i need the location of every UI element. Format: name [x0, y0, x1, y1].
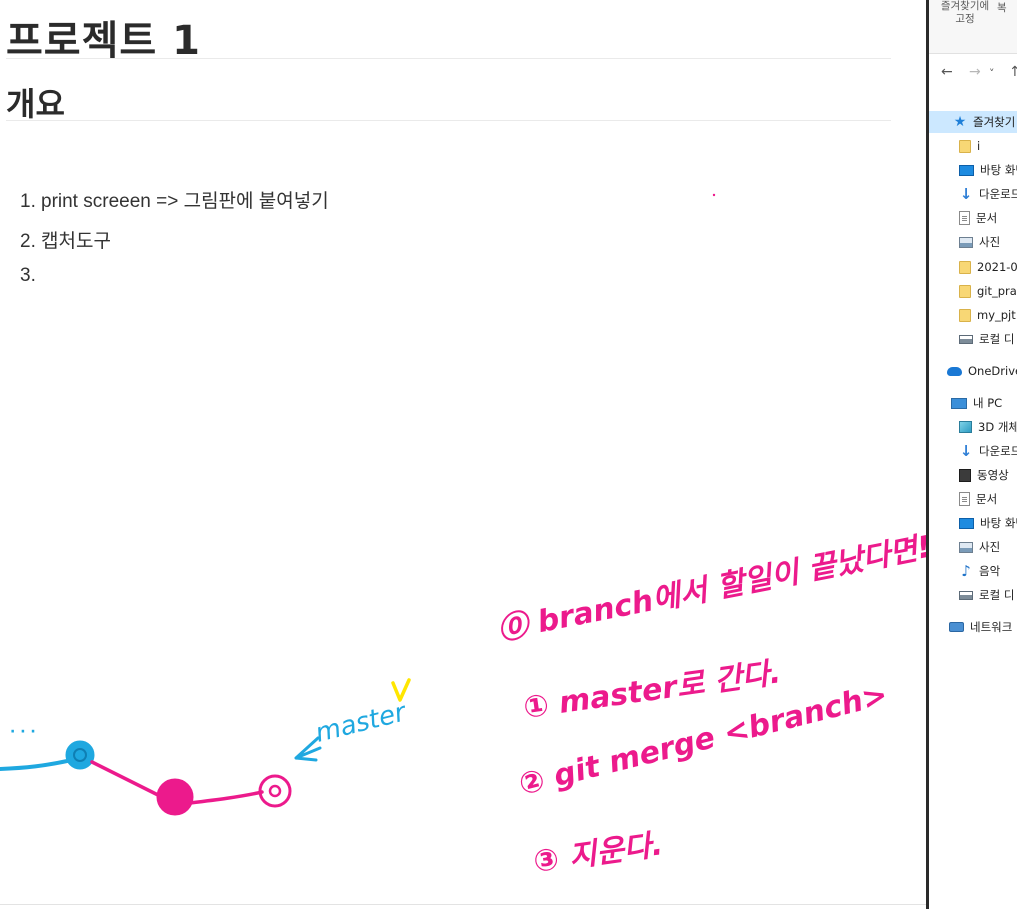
sidebar-item-label: 사진 [979, 540, 1001, 554]
copy-button[interactable]: 복 [997, 0, 1007, 15]
sidebar-item-label: 3D 개체 [978, 420, 1017, 434]
handwritten-steps: ⓪ branch에서 할일이 끝났다면! ① master로 간다. ② git… [495, 529, 928, 879]
star-icon: ★ [953, 114, 967, 130]
forward-arrow-icon[interactable]: → [969, 64, 981, 80]
branch-line-1 [90, 760, 162, 798]
sidebar-item-label: 바탕 화면 [980, 163, 1017, 177]
sidebar-item-label: 즐겨찾기 [973, 115, 1016, 129]
sidebar-item-label: 다운로드 [979, 444, 1017, 458]
sidebar-item-label: i [977, 139, 981, 153]
sidebar-item-label: 문서 [976, 492, 998, 506]
master-branch-drawing: · · · master [0, 697, 411, 771]
folder-icon [959, 308, 971, 322]
sidebar-item-label: 로컬 디 [979, 588, 1015, 602]
sidebar-item-label: 2021-0 [977, 260, 1017, 274]
master-branch-line [0, 758, 74, 771]
sidebar-item-label: 네트워크 [970, 620, 1013, 634]
drive-icon [959, 590, 973, 600]
onedrive-icon [947, 366, 962, 376]
check-mark-icon [391, 678, 411, 702]
sidebar-item[interactable]: 3D 개체 [929, 416, 1017, 438]
sidebar-item[interactable]: 2021-0 [929, 256, 1017, 278]
branch-commit-node-2 [258, 774, 292, 808]
sidebar-item[interactable]: 네트워크 [929, 616, 1017, 638]
document-icon [959, 492, 970, 506]
sidebar-item[interactable]: git_pra [929, 280, 1017, 302]
sidebar-item[interactable]: ↓ 다운로드 [929, 440, 1017, 462]
sidebar-item[interactable]: 문서 [929, 207, 1017, 229]
feature-branch-drawing [90, 760, 292, 816]
document-icon [959, 211, 970, 225]
sidebar-item-label: 다운로드 [979, 187, 1017, 201]
commit-dots-label: · · · [10, 724, 36, 740]
branch-commit-node-2-center [268, 784, 282, 798]
sidebar-item[interactable]: 문서 [929, 488, 1017, 510]
handwritten-step-0: ⓪ branch에서 할일이 끝났다면! [495, 529, 928, 647]
sidebar-item-label: 사진 [979, 235, 1001, 249]
sidebar-item[interactable]: 동영상 [929, 464, 1017, 486]
file-explorer-window: 즐겨찾기에 고정 복 ← → ˅ ↑ ★즐겨찾기i바탕 화면↓다운로드문서사진2… [929, 0, 1017, 909]
sidebar-item-label: 동영상 [977, 468, 1009, 482]
drive-icon [959, 334, 973, 344]
pc-icon [951, 397, 967, 409]
sidebar-item[interactable]: 사진 [929, 231, 1017, 253]
ink-annotation-layer: · · · master ⓪ branch에서 할일이 끝났다면! ① mast… [0, 193, 928, 880]
music-icon: ♪ [961, 562, 971, 580]
explorer-ribbon: 즐겨찾기에 고정 복 [929, 0, 1017, 54]
sidebar-item[interactable]: i [929, 135, 1017, 157]
sidebar-item-label: OneDrive [968, 364, 1017, 378]
stray-ink-dot [712, 193, 716, 197]
sidebar-item-label: my_pjt [977, 308, 1016, 322]
sidebar-item-label: 로컬 디 [979, 332, 1015, 346]
sidebar-item-label: git_pra [977, 284, 1017, 298]
sidebar-item[interactable]: my_pjt [929, 304, 1017, 326]
explorer-navigation-bar: ← → ˅ ↑ [929, 54, 1017, 94]
master-label: master [312, 697, 410, 749]
sidebar-item[interactable]: 바탕 화면 [929, 159, 1017, 181]
desktop-icon [959, 517, 974, 529]
folder-icon [959, 260, 971, 274]
document-pane: 프로젝트 1 개요 1. print screeen => 그림판에 붙여넣기 2… [0, 0, 928, 909]
pictures-icon [959, 236, 973, 248]
sidebar-item[interactable]: 바탕 화면 [929, 512, 1017, 534]
branch-commit-node-1 [156, 778, 194, 816]
sidebar-item[interactable]: 로컬 디 [929, 328, 1017, 350]
video-icon [959, 468, 971, 482]
sidebar-item[interactable]: ★ 즐겨찾기 [929, 111, 1017, 133]
sidebar-item[interactable]: 사진 [929, 536, 1017, 558]
sidebar-item[interactable]: 로컬 디 [929, 584, 1017, 606]
pin-to-quick-access-button[interactable]: 즐겨찾기에 고정 [935, 0, 995, 26]
download-icon: ↓ [959, 442, 973, 460]
master-arrow-icon [294, 736, 322, 762]
3d-objects-icon [959, 421, 972, 433]
sidebar-item-label: 바탕 화면 [980, 516, 1017, 530]
sidebar-item-label: 문서 [976, 211, 998, 225]
sidebar-item-label: 내 PC [973, 396, 1003, 410]
folder-icon [959, 139, 971, 153]
sidebar-item[interactable]: ♪ 음악 [929, 560, 1017, 582]
branch-line-2 [188, 790, 264, 805]
master-commit-node [65, 740, 95, 770]
pictures-icon [959, 541, 973, 553]
up-arrow-icon[interactable]: ↑ [1009, 64, 1017, 80]
sidebar-item[interactable]: 내 PC [929, 392, 1017, 414]
back-arrow-icon[interactable]: ← [941, 64, 953, 80]
download-icon: ↓ [959, 185, 973, 203]
desktop-icon [959, 164, 974, 176]
folder-icon [959, 284, 971, 298]
sidebar-item-label: 음악 [979, 564, 1001, 578]
sidebar-item[interactable]: OneDrive [929, 360, 1017, 382]
document-bottom-border [0, 904, 928, 905]
handwritten-step-3: ③ 지운다. [531, 827, 665, 880]
sidebar-item[interactable]: ↓ 다운로드 [929, 183, 1017, 205]
network-icon [949, 622, 964, 632]
recent-locations-chevron-icon[interactable]: ˅ [989, 67, 995, 80]
